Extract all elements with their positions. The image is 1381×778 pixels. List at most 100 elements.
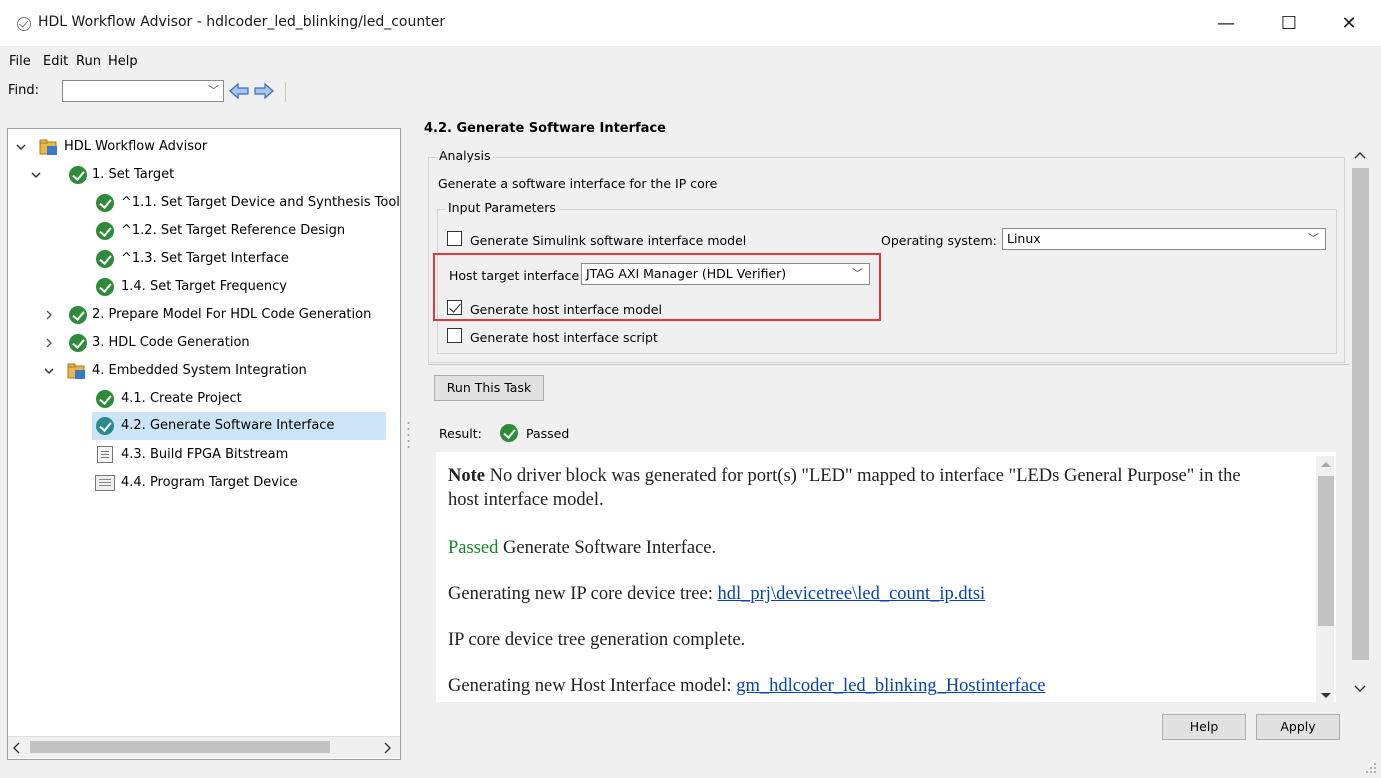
analysis-legend: Analysis: [437, 148, 493, 163]
hostif-link[interactable]: gm_hdlcoder_led_blinking_Hostinterface: [736, 676, 1045, 696]
check-icon: [500, 424, 518, 442]
check-icon: [96, 417, 114, 435]
generate-simulink-checkbox[interactable]: [447, 231, 462, 246]
tree-item-set-target[interactable]: 1. Set Target: [8, 162, 400, 188]
report-devtree: Generating new IP core device tree: hdl_…: [448, 582, 985, 606]
check-icon: [96, 278, 114, 296]
tree-item-create-project[interactable]: 4.1. Create Project: [8, 386, 400, 412]
tree-item-label: 4.4. Program Target Device: [121, 475, 298, 490]
document-icon: [95, 475, 115, 491]
scroll-down-icon[interactable]: [1354, 684, 1366, 694]
find-label: Find:: [8, 83, 40, 98]
tree-item-prepare-model[interactable]: 2. Prepare Model For HDL Code Generation: [8, 302, 400, 328]
generate-host-script-checkbox[interactable]: [447, 328, 462, 343]
help-button[interactable]: Help: [1162, 714, 1246, 740]
resize-grip-icon[interactable]: [1365, 762, 1377, 774]
minimize-button[interactable]: —: [1203, 10, 1249, 38]
folder-icon: [39, 139, 57, 155]
check-icon: [96, 390, 114, 408]
result-label: Result:: [439, 426, 482, 441]
report-hostif: Generating new Host Interface model: gm_…: [448, 674, 1045, 698]
generate-host-model-checkbox[interactable]: [447, 300, 462, 315]
tree-item-set-target-frequency[interactable]: 1.4. Set Target Frequency: [8, 274, 400, 300]
check-icon: [69, 166, 87, 184]
chevron-down-icon[interactable]: [16, 142, 26, 152]
hostif-text: Generating new Host Interface model:: [448, 676, 737, 696]
scroll-up-icon[interactable]: [1354, 150, 1366, 160]
close-button[interactable]: ✕: [1326, 10, 1372, 38]
devtree-link[interactable]: hdl_prj\devicetree\led_count_ip.dtsi: [718, 584, 986, 604]
workflow-tree[interactable]: HDL Workflow Advisor 1. Set Target ^1.1.…: [7, 128, 401, 760]
scrollbar-thumb[interactable]: [30, 741, 330, 753]
scroll-left-icon[interactable]: [12, 742, 22, 754]
tree-item-label: 1. Set Target: [92, 167, 175, 182]
note-text: No driver block was generated for port(s…: [448, 466, 1241, 510]
generate-host-model-label: Generate host interface model: [470, 302, 662, 317]
menu-file[interactable]: File: [9, 54, 31, 69]
tree-item-set-reference-design[interactable]: ^1.2. Set Target Reference Design: [8, 218, 400, 244]
run-this-task-button[interactable]: Run This Task: [434, 375, 544, 401]
tree-item-build-fpga-bitstream[interactable]: 4.3. Build FPGA Bitstream: [8, 442, 400, 468]
menu-help[interactable]: Help: [108, 54, 138, 69]
chevron-down-icon[interactable]: [44, 366, 54, 376]
chevron-down-icon[interactable]: ﹀: [852, 264, 863, 284]
apply-button[interactable]: Apply: [1256, 714, 1340, 740]
operating-system-label: Operating system:: [881, 233, 997, 248]
tree-item-set-target-interface[interactable]: ^1.3. Set Target Interface: [8, 246, 400, 272]
app-icon: [17, 17, 31, 31]
window-title: HDL Workflow Advisor - hdlcoder_led_blin…: [38, 14, 446, 30]
devtree-text: Generating new IP core device tree:: [448, 584, 718, 604]
menu-run[interactable]: Run: [76, 54, 101, 69]
scroll-right-icon[interactable]: [382, 742, 392, 754]
tree-item-embedded-system-integration[interactable]: 4. Embedded System Integration: [8, 358, 400, 384]
forward-arrow-icon[interactable]: [254, 82, 274, 100]
check-icon: [96, 250, 114, 268]
result-value: Passed: [526, 426, 570, 441]
host-target-interface-select[interactable]: JTAG AXI Manager (HDL Verifier) ﹀: [581, 263, 870, 285]
passed-text: Generate Software Interface.: [498, 538, 717, 558]
tree-item-label: 4. Embedded System Integration: [92, 363, 307, 378]
check-icon: [69, 306, 87, 324]
splitter-handle[interactable]: [407, 420, 410, 450]
scroll-down-icon[interactable]: [1320, 692, 1332, 700]
tree-item-set-target-device[interactable]: ^1.1. Set Target Device and Synthesis To…: [8, 190, 400, 216]
tree-item-program-target-device[interactable]: 4.4. Program Target Device: [8, 470, 400, 496]
report-note: Note No driver block was generated for p…: [448, 464, 1248, 512]
chevron-down-icon[interactable]: ﹀: [1308, 229, 1319, 249]
menu-edit[interactable]: Edit: [43, 54, 68, 69]
folder-icon: [67, 363, 85, 379]
tree-item-label: 3. HDL Code Generation: [92, 335, 250, 350]
menu-bar: [0, 46, 1381, 76]
input-parameters-legend: Input Parameters: [446, 200, 558, 215]
operating-system-select[interactable]: Linux ﹀: [1002, 228, 1326, 250]
chevron-down-icon[interactable]: ﹀: [208, 81, 219, 101]
scrollbar-thumb[interactable]: [1352, 168, 1369, 660]
generate-host-script-label: Generate host interface script: [470, 330, 658, 345]
note-bold: Note: [448, 466, 485, 486]
tree-item-hdl-code-generation[interactable]: 3. HDL Code Generation: [8, 330, 400, 356]
document-icon: [97, 446, 113, 463]
report-passed: Passed Generate Software Interface.: [448, 536, 716, 560]
tree-item-label: 2. Prepare Model For HDL Code Generation: [92, 307, 372, 322]
maximize-button[interactable]: ☐: [1266, 10, 1312, 38]
tree-item-generate-software-interface[interactable]: 4.2. Generate Software Interface: [92, 412, 386, 440]
chevron-right-icon[interactable]: [44, 338, 54, 348]
tree-item-hdl-workflow-advisor[interactable]: HDL Workflow Advisor: [8, 134, 400, 160]
analysis-description: Generate a software interface for the IP…: [438, 176, 718, 191]
tree-item-label: ^1.2. Set Target Reference Design: [121, 223, 346, 238]
scroll-up-icon[interactable]: [1320, 460, 1332, 468]
operating-system-value: Linux: [1007, 231, 1041, 246]
divider: [428, 364, 1365, 365]
chevron-right-icon[interactable]: [44, 310, 54, 320]
check-icon: [96, 194, 114, 212]
task-title: 4.2. Generate Software Interface: [424, 121, 666, 136]
scrollbar-thumb[interactable]: [1318, 476, 1334, 626]
chevron-down-icon[interactable]: [31, 170, 41, 180]
find-input[interactable]: ﹀: [62, 80, 224, 102]
check-icon: [69, 334, 87, 352]
back-arrow-icon[interactable]: [229, 82, 249, 100]
tree-item-label: ^1.3. Set Target Interface: [121, 251, 289, 266]
tree-item-label: 1.4. Set Target Frequency: [121, 279, 287, 294]
tree-item-label: HDL Workflow Advisor: [64, 139, 208, 154]
report-devtree-done: IP core device tree generation complete.: [448, 630, 746, 650]
